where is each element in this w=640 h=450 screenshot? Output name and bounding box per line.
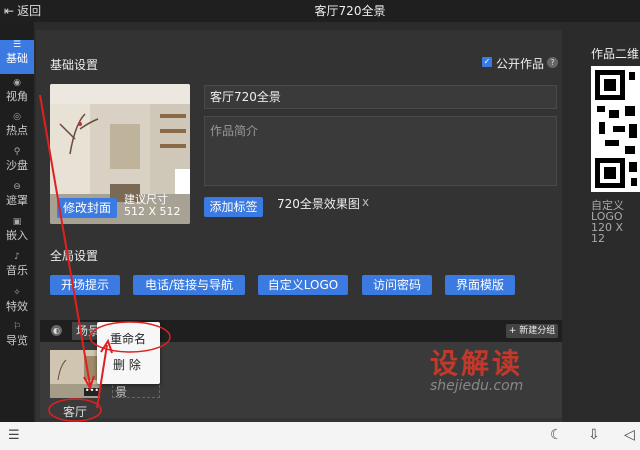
annotation-overlay — [39, 94, 171, 422]
